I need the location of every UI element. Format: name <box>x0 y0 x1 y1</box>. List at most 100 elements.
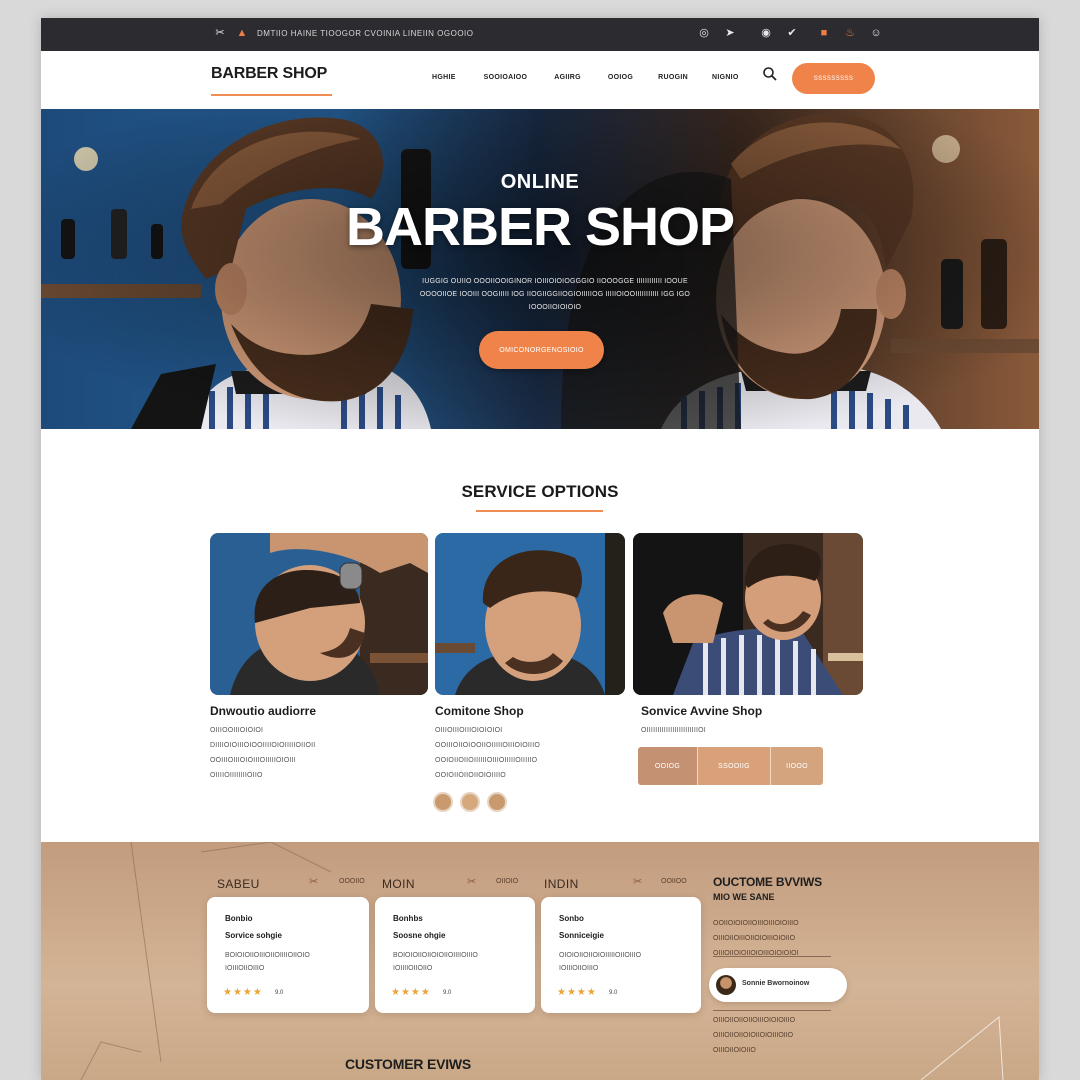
review-score: 9.0 <box>275 990 284 996</box>
service-card-line: OOIIIOIIOIOOIIOIIIIIOIIIOIOIIIO <box>435 742 540 749</box>
scissors-icon: ✂ <box>215 27 225 39</box>
services-underline <box>476 510 603 512</box>
header: BARBER SHOP HGHIE SOOIOAIOO AGIIRG OOIOG… <box>41 51 1039 109</box>
review-text: BOIOIOIIOIIOIOIIOIIIIOIIIO IOIIIIOIIOIIO <box>393 949 553 975</box>
review-line: BOIOIOIIOIIOIOIIOIIIIOIIIO <box>393 952 478 959</box>
side-text-line: OIIIOIIOIIOIOIIOIOIIIOIIO <box>713 1032 794 1039</box>
services-title: SERVICE OPTIONS <box>461 482 619 501</box>
service-card-image[interactable] <box>210 533 428 695</box>
service-card-line: OIIIIOIIIIIIIIOIIO <box>210 772 263 779</box>
reviews-section: SABEU ✂ OOOIIO MOIN ✂ OIIOIO INDIN ✂ OOI… <box>41 842 1039 1080</box>
review-service: Sonniceigie <box>559 931 604 940</box>
hero-overlay <box>41 109 1039 429</box>
service-card-line: OOIOIIOIIOIIIIIIOIIIOIIIIIOIIIIIO <box>435 757 538 764</box>
service-card-line: OIIIOOIIIOIOIOI <box>210 727 264 734</box>
reviews-side-subtitle: MIO WE SANE <box>713 892 775 902</box>
review-text: OIOIOIIOIIOIOIIIIIOIIOIIIO IOIIIOIIOIIIO <box>559 949 719 975</box>
nav-item-about[interactable]: AGIIRG <box>554 74 581 81</box>
nav-item-pricing[interactable]: RUOGIN <box>658 74 688 81</box>
service-card-image[interactable] <box>435 533 625 695</box>
service-card-line: OIIIOIIIOIIIOIOIOIOI <box>435 727 503 734</box>
review-line: IOIIIIOIIOIIO <box>393 965 433 972</box>
review-card[interactable]: Sonbo Sonniceigie OIOIOIIOIIOIOIIIIIOIIO… <box>541 897 701 1013</box>
main-nav: HGHIE SOOIOAIOO AGIIRG OOIOG RUOGIN NIGN… <box>432 74 739 81</box>
service-card-image[interactable] <box>633 533 863 695</box>
hero-subtitle: ONLINE <box>500 171 580 193</box>
review-line: BOIOIOIIOIIIOIIOIIIIOIIOIO <box>225 952 310 959</box>
hero-banner: ONLINE BARBER SHOP IUGGIG OUIIO OOOIIOOI… <box>41 109 1039 429</box>
brand-underline <box>211 94 332 96</box>
fire-icon[interactable]: ♨ <box>843 26 857 40</box>
review-line: OIOIOIIOIIOIOIIIIIOIIOIIIO <box>559 952 642 959</box>
service-card-text: OIIIIIIIIIIIIIIIIIIIIIIIIOI <box>641 723 706 738</box>
review-text: BOIOIOIIOIIIOIIOIIIIOIIOIO IOIIIOIIOIIIO <box>225 949 385 975</box>
send-icon[interactable]: ➤ <box>723 26 737 40</box>
service-card-title[interactable]: Sonvice Avvine Shop <box>641 704 762 718</box>
nav-item-home[interactable]: HGHIE <box>432 74 456 81</box>
segment-button[interactable]: SSOOIIG <box>697 747 770 785</box>
twitter-icon[interactable]: ✔ <box>785 26 799 40</box>
service-card-line: OIIIIIIIIIIIIIIIIIIIIIIIIOI <box>641 727 706 734</box>
avatar <box>716 975 736 995</box>
service-card-line: DIIIIOIOIIIOIOOIIIIOIOIIIIIOIIOII <box>210 742 316 749</box>
review-line: IOIIIOIIOIIIO <box>225 965 265 972</box>
side-text-line: OOIIOIOIOIIOIIIOIIIOIOIIIO <box>713 920 799 927</box>
nav-item-gallery[interactable]: OOIOG <box>608 74 633 81</box>
review-line: IOIIIOIIOIIIO <box>559 965 599 972</box>
review-tab-meta: OIIOIO <box>496 878 519 885</box>
service-card-text: OIIIOOIIIOIOIOI DIIIIOIOIIIOIOOIIIIOIOII… <box>210 723 315 783</box>
review-tab[interactable]: INDIN <box>544 877 579 891</box>
scissors-icon: ✂ <box>633 876 643 888</box>
service-card-text: OIIIOIIIOIIIOIOIOIOI OOIIIOIIOIOOIIOIIII… <box>435 723 540 783</box>
review-card[interactable]: Bonhbs Soosne ohgie BOIOIOIIOIIOIOIIOIII… <box>375 897 535 1013</box>
chat-icon[interactable]: ☺ <box>869 26 883 40</box>
reviewer-pill[interactable]: Sonnie Bwornoinow <box>709 968 847 1002</box>
review-tab[interactable]: MOIN <box>382 877 415 891</box>
review-score: 9.0 <box>443 990 452 996</box>
hero-cta-button[interactable]: OMICONORGENOSIOIO <box>479 331 604 369</box>
review-card[interactable]: Bonbio Sorvice sohgie BOIOIOIIOIIIOIIOII… <box>207 897 369 1013</box>
divider <box>713 956 831 957</box>
instagram-icon[interactable]: ◉ <box>759 26 773 40</box>
nav-item-contact[interactable]: NIGNIO <box>712 74 739 81</box>
reviewer-name: Bonbio <box>225 914 253 923</box>
reviewer-name: Bonhbs <box>393 914 423 923</box>
carousel-dot[interactable] <box>460 792 480 812</box>
top-bar-left: ✂ ▲ DMTIIO HAINE TIOOGOR CVOINIA LINEIIN… <box>213 26 474 40</box>
reviews-side-title: OUCTOME BVVIWS <box>713 875 822 889</box>
side-text-line: OIIIOIIOIIIOIIOIOIIIOIOIIO <box>713 935 796 942</box>
carousel-dots <box>433 792 507 812</box>
review-tab[interactable]: SABEU <box>217 877 260 891</box>
hero-title: BARBER SHOP <box>345 197 735 257</box>
top-bar-text: DMTIIO HAINE TIOOGOR CVOINIA LINEIIN OGO… <box>257 28 474 38</box>
review-tab-meta: OOOIIO <box>339 878 365 885</box>
hero-description: IUGGIG OUIIO OOOIIOOIGINOR IOIIIOIOIOGGG… <box>419 278 691 311</box>
nav-item-services[interactable]: SOOIOAIOO <box>484 74 528 81</box>
side-text-line: OIIIOIIOIOIIO <box>713 1047 756 1054</box>
side-text-line: OIIIOIIOIIOIIOIIIOIOIOIIIO <box>713 1017 796 1024</box>
carousel-dot[interactable] <box>487 792 507 812</box>
top-bar: ✂ ▲ DMTIIO HAINE TIOOGOR CVOINIA LINEIIN… <box>41 18 1039 51</box>
side-text-line: OIIIOIIOIOIIOIOIIIOIOIOIOI <box>713 950 799 957</box>
brand-logo[interactable]: BARBER SHOP <box>211 65 327 83</box>
search-icon[interactable] <box>762 66 778 82</box>
globe-icon[interactable]: ◎ <box>697 26 711 40</box>
review-tab-meta: OOIIOO <box>661 878 687 885</box>
star-rating: ★★★★ <box>223 987 263 998</box>
review-score: 9.0 <box>609 990 618 996</box>
segment-button[interactable]: IIOOO <box>770 747 823 785</box>
review-service: Sorvice sohgie <box>225 931 282 940</box>
reviews-side-text: OIIIOIIOIIOIIOIIIOIOIOIIIO OIIIOIIOIIOIO… <box>713 1013 863 1058</box>
reviewer-name: Sonbo <box>559 914 584 923</box>
customer-reviews-title: CUSTOMER EVIWS <box>345 1056 472 1072</box>
service-card-line: OOIIIOIIIOIOIIIOIIIIIOIOIII <box>210 757 296 764</box>
divider <box>713 1010 831 1011</box>
segment-button[interactable]: OOIOG <box>638 747 697 785</box>
page: ✂ ▲ DMTIIO HAINE TIOOGOR CVOINIA LINEIIN… <box>41 18 1039 1080</box>
youtube-icon[interactable]: ■ <box>817 26 831 40</box>
reviewer-pill-name: Sonnie Bwornoinow <box>742 980 810 987</box>
service-card-title[interactable]: Comitone Shop <box>435 704 524 718</box>
service-card-title[interactable]: Dnwoutio audiorre <box>210 704 316 718</box>
carousel-dot[interactable] <box>433 792 453 812</box>
book-now-button[interactable]: SSSSSSSSS <box>792 63 875 94</box>
